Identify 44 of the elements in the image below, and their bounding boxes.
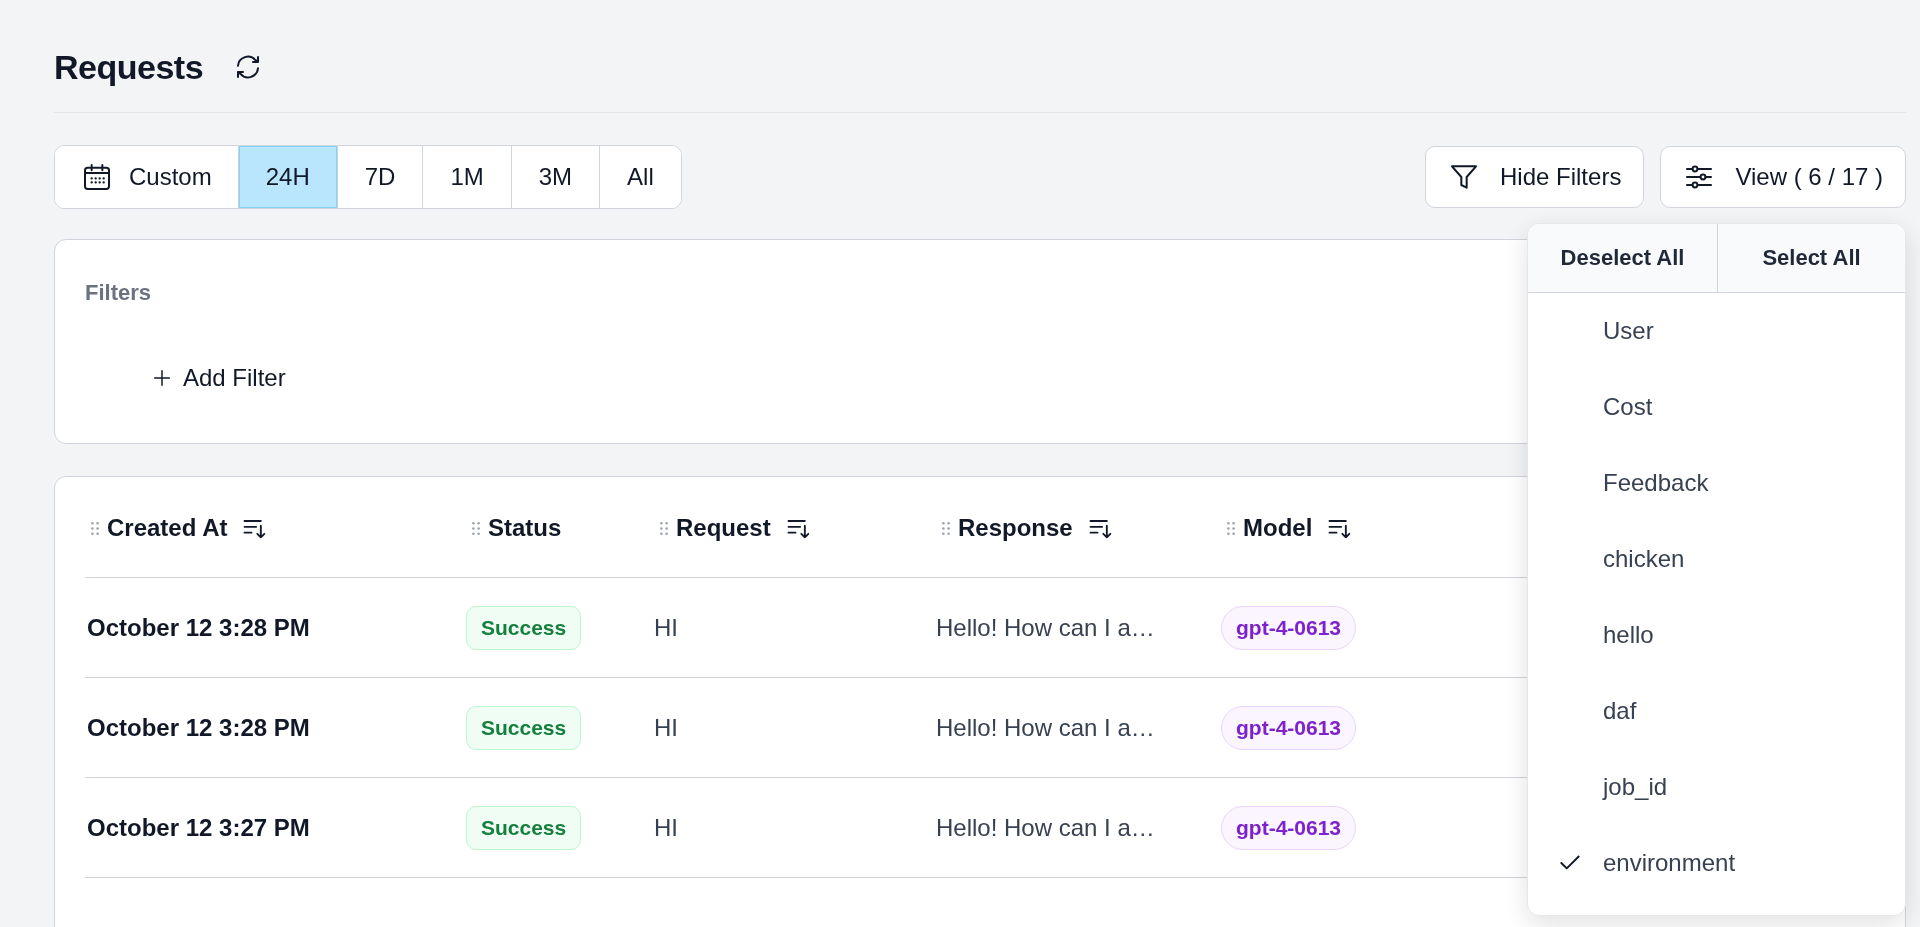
drag-handle-icon xyxy=(472,521,480,535)
column-header[interactable]: Request xyxy=(654,514,813,542)
time-range-tab[interactable]: All xyxy=(599,146,681,208)
add-filter-button[interactable]: Add Filter xyxy=(145,360,292,396)
model-badge: gpt-4-0613 xyxy=(1221,805,1357,850)
calendar-icon xyxy=(81,161,113,193)
status-badge: Success xyxy=(466,605,582,650)
plus-icon xyxy=(151,367,173,389)
column-option[interactable]: Feedback xyxy=(1528,445,1905,521)
date-cell-text: October 12 3:28 PM xyxy=(86,613,310,642)
view-button[interactable]: View ( 6 / 17 ) xyxy=(1660,146,1906,208)
drag-handle-icon xyxy=(1227,521,1235,535)
select-all-button[interactable]: Select All xyxy=(1718,224,1905,292)
column-option[interactable]: Cost xyxy=(1528,369,1905,445)
request-cell: HI xyxy=(654,813,678,842)
column-option[interactable]: job_id xyxy=(1528,749,1905,825)
model-badge: gpt-4-0613 xyxy=(1221,605,1357,650)
column-option[interactable]: User xyxy=(1528,293,1905,369)
column-option[interactable]: environment xyxy=(1528,825,1905,901)
column-option[interactable]: chicken xyxy=(1528,521,1905,597)
column-header[interactable]: Status xyxy=(466,514,562,542)
status-badge: Success xyxy=(466,805,582,850)
date-cell-text: October 12 3:27 PM xyxy=(86,813,310,842)
time-range-tab[interactable]: 24H xyxy=(237,146,337,208)
column-header[interactable]: Response xyxy=(936,514,1115,542)
request-cell: HI xyxy=(654,613,678,642)
column-header[interactable]: Created At xyxy=(85,514,270,542)
filters-heading: Filters xyxy=(85,280,153,306)
date-cell-text: October 12 3:28 PM xyxy=(86,713,310,742)
model-badge: gpt-4-0613 xyxy=(1221,705,1357,750)
request-cell: HI xyxy=(654,713,678,742)
hide-filters-button[interactable]: Hide Filters xyxy=(1425,146,1645,208)
status-badge: Success xyxy=(466,705,582,750)
column-header[interactable]: Model xyxy=(1221,514,1355,542)
response-cell: Hello! How can I a… xyxy=(936,813,1155,842)
response-cell: Hello! How can I a… xyxy=(936,713,1155,742)
page-title: Requests xyxy=(54,47,204,87)
drag-handle-icon xyxy=(660,521,668,535)
response-cell: Hello! How can I a… xyxy=(936,613,1155,642)
column-option[interactable]: daf xyxy=(1528,673,1905,749)
deselect-all-button[interactable]: Deselect All xyxy=(1528,224,1718,292)
drag-handle-icon xyxy=(91,521,99,535)
drag-handle-icon xyxy=(942,521,950,535)
column-option[interactable]: hello xyxy=(1528,597,1905,673)
